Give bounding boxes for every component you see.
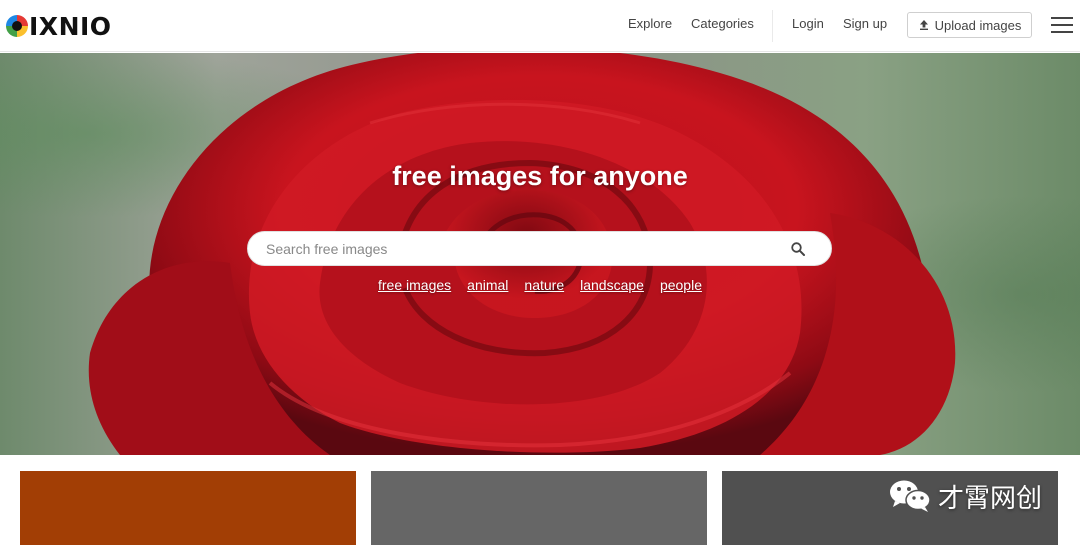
hamburger-menu-icon[interactable] xyxy=(1051,16,1073,34)
pixnio-logo-icon xyxy=(6,15,28,37)
nav-categories-link[interactable]: Categories xyxy=(691,16,754,31)
search-icon[interactable] xyxy=(790,241,806,257)
logo-text: IXNIO xyxy=(29,11,112,41)
hero-section: free images for anyone free images anima… xyxy=(0,53,1080,455)
tag-landscape[interactable]: landscape xyxy=(580,277,644,293)
tag-free-images[interactable]: free images xyxy=(378,277,451,293)
image-card[interactable] xyxy=(371,471,707,545)
tag-animal[interactable]: animal xyxy=(467,277,508,293)
image-card[interactable] xyxy=(20,471,356,545)
nav-signup-link[interactable]: Sign up xyxy=(843,16,887,31)
wechat-icon xyxy=(890,480,931,512)
search-input[interactable] xyxy=(266,232,786,265)
watermark-text: 才霄网创 xyxy=(938,483,1043,514)
nav-explore-link[interactable]: Explore xyxy=(628,16,672,31)
upload-icon xyxy=(919,20,928,30)
popular-tags: free images animal nature landscape peop… xyxy=(0,277,1080,293)
search-bar xyxy=(247,231,832,266)
watermark: 才霄网创 xyxy=(888,474,1042,518)
tag-people[interactable]: people xyxy=(660,277,702,293)
upload-images-label: Upload images xyxy=(934,17,1022,33)
site-logo[interactable]: IXNIO xyxy=(6,11,112,41)
site-header: IXNIO Explore Categories Login Sign up U… xyxy=(0,0,1080,52)
nav-login-link[interactable]: Login xyxy=(792,16,824,31)
upload-images-button[interactable]: Upload images xyxy=(907,12,1032,38)
nav-divider xyxy=(772,10,773,42)
hero-title: free images for anyone xyxy=(392,161,688,191)
tag-nature[interactable]: nature xyxy=(524,277,564,293)
